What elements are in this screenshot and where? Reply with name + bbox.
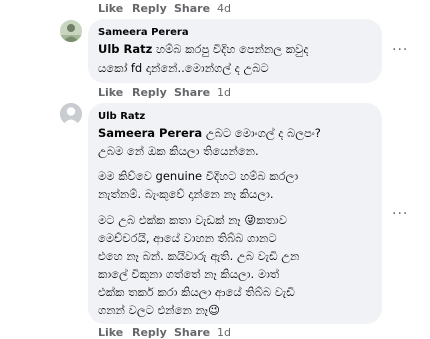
comment-actions: Like Reply Share 1d	[98, 326, 231, 339]
like-button[interactable]: Like	[98, 2, 132, 15]
reply-button[interactable]: Reply	[132, 86, 174, 99]
comment-text: Sameera Perera උබට මොංගල් ද බලපං?	[98, 124, 321, 142]
share-button[interactable]: Share	[174, 2, 217, 15]
comment-text-line: උබට මොංගල් ද බලපං?	[202, 126, 321, 140]
comment-author[interactable]: Ulb Ratz	[98, 111, 145, 122]
mention-link[interactable]: Ulb Ratz	[98, 42, 152, 56]
comment-text-line: යකෝ fd දාන්නේ..මොන්ගල් ද උබට	[98, 61, 269, 75]
timestamp[interactable]: 1d	[217, 326, 231, 339]
share-button[interactable]: Share	[174, 326, 217, 339]
like-button[interactable]: Like	[98, 326, 132, 339]
timestamp[interactable]: 1d	[217, 86, 231, 99]
more-options-icon[interactable]: ···	[392, 42, 408, 58]
comment-actions: Like Reply Share 1d	[98, 86, 231, 99]
timestamp[interactable]: 4d	[217, 2, 231, 15]
comment-text-line: නැත්නම්. බැංකුවේ දාන්නෙ නෑ කියලා.	[98, 187, 274, 201]
top-comment-actions: Like Reply Share 4d	[98, 2, 231, 15]
comment-text-line: උබම නේ ඔක කියලා තියෙන්නෙ.	[98, 144, 259, 158]
comment-text-line: මෙච්චරයි, ආයේ වාහන තිබ්බ ගානට	[98, 231, 277, 245]
comment-text-line: හම්බ කරපු විදිහ පෙන්නල කවුද	[152, 42, 309, 56]
avatar-sameera[interactable]	[60, 20, 82, 42]
share-button[interactable]: Share	[174, 86, 217, 99]
like-button[interactable]: Like	[98, 86, 132, 99]
reply-button[interactable]: Reply	[132, 2, 174, 15]
more-options-icon[interactable]: ···	[392, 206, 408, 222]
avatar-ulb-ratz[interactable]	[60, 103, 82, 125]
comment-text-line: කාලේ විකුනා ගත්තේ නෑ කියලා. මාත්	[98, 267, 280, 281]
mention-link[interactable]: Sameera Perera	[98, 126, 202, 140]
comment-author[interactable]: Sameera Perera	[98, 27, 189, 38]
comment-text-line: එක්ක තර්ක කරා කියලා ආයේ තිබ්බ වැඩි	[98, 285, 295, 299]
reply-button[interactable]: Reply	[132, 326, 174, 339]
comment-text: Ulb Ratz හම්බ කරපු විදිහ පෙන්නල කවුද	[98, 40, 308, 58]
comment-text-line: ගනන් වලට එන්නෙ නෑ😉	[98, 303, 221, 317]
comment-text-line: මට උබ එක්ක කතා වැඩක් නෑ 😜කතාව	[98, 213, 287, 227]
comment-text-line: එහෙ නෑ බන්. කයිවාරු ඇති. උබ වැඩි උන	[98, 249, 300, 263]
comment-text-line: මම කිව්වෙ genuine විදිහට හම්බ කරලා	[98, 169, 299, 183]
